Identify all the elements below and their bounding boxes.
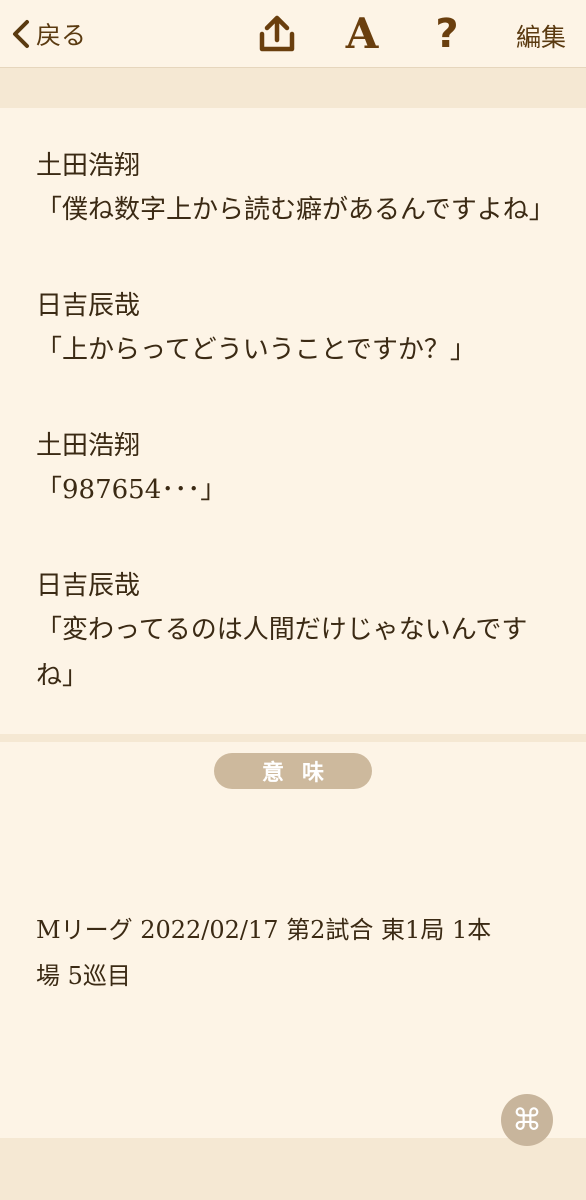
speaker-name: 日吉辰哉 [36,571,141,601]
meaning-label: 意味 [214,753,372,789]
dialogue-line-continued: ね」 [36,661,89,691]
dialogue-line: 「上からってどういうことですか？」 [36,335,476,365]
bottom-band [0,1138,586,1200]
edit-button[interactable]: 編集 [516,18,566,54]
chevron-left-icon [13,20,29,48]
back-button[interactable]: 戻る [10,14,86,54]
upload-icon [259,15,295,52]
back-label: 戻る [36,21,87,50]
toolbar: 戻る A ? 編集 [0,0,586,68]
source-info: Mリーグ 2022/02/17 第2試合 東1局 1本 [36,916,492,944]
dialogue-panel: 土田浩翔 「僕ね数字上から読む癖があるんですよね」 日吉辰哉 「上からってどうい… [0,108,586,734]
speaker-name: 日吉辰哉 [36,291,141,321]
help-icon: ? [435,11,459,57]
dialogue-line: 「変わってるのは人間だけじゃないんです [36,615,528,645]
command-icon: ⌘ [512,1102,542,1138]
dialogue-line: 「僕ね数字上から読む癖があるんですよね」 [36,195,555,225]
share-button[interactable] [255,12,299,56]
font-button[interactable]: A [340,12,384,56]
font-icon: A [345,9,379,58]
dialogue-line: 「987654･･･」 [36,475,227,505]
middle-divider-band [0,734,586,742]
top-divider-band [0,68,586,108]
speaker-name: 土田浩翔 [36,151,141,181]
command-button[interactable]: ⌘ [501,1094,553,1146]
speaker-name: 土田浩翔 [36,431,141,461]
source-info-continued: 場 5巡目 [36,962,131,990]
help-button[interactable]: ? [425,12,469,56]
